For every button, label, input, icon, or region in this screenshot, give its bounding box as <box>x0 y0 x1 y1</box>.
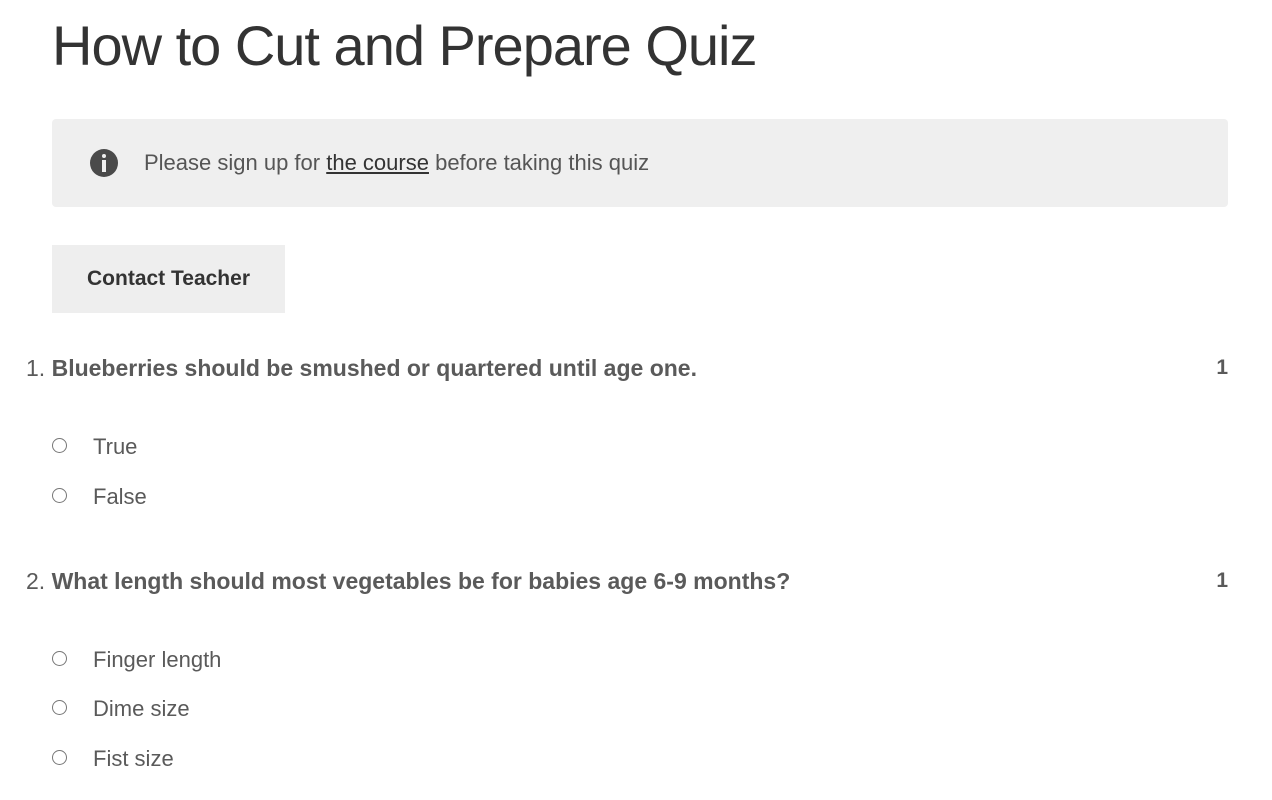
radio-button[interactable] <box>52 651 67 666</box>
radio-button[interactable] <box>52 488 67 503</box>
answer-label: Fist size <box>93 746 174 771</box>
signup-notice: Please sign up for the course before tak… <box>52 119 1228 207</box>
question-points: 1 <box>1216 569 1228 592</box>
question-1: 1. Blueberries should be smushed or quar… <box>26 352 1228 509</box>
question-2: 2. What length should most vegetables be… <box>26 565 1228 771</box>
page-title: How to Cut and Prepare Quiz <box>52 14 757 77</box>
question-text: Blueberries should be smushed or quarter… <box>51 355 697 381</box>
notice-text-after: before taking this quiz <box>428 150 650 175</box>
answer-label: False <box>93 484 147 509</box>
answer-label: True <box>93 434 138 459</box>
radio-button[interactable] <box>52 438 67 453</box>
info-icon <box>90 149 118 177</box>
course-link[interactable]: the course <box>326 150 429 175</box>
question-text: What length should most vegetables be fo… <box>51 568 791 594</box>
radio-button[interactable] <box>52 750 67 765</box>
notice-text: Please sign up for the course before tak… <box>144 150 649 176</box>
answer-label: Dime size <box>93 696 190 721</box>
question-header: 1. Blueberries should be smushed or quar… <box>26 352 1228 384</box>
question-header: 2. What length should most vegetables be… <box>26 565 1228 597</box>
question-number: 2. <box>26 568 46 594</box>
contact-teacher-button[interactable]: Contact Teacher <box>52 245 285 313</box>
question-points: 1 <box>1216 356 1228 379</box>
answer-label: Finger length <box>93 647 222 672</box>
question-number: 1. <box>26 355 46 381</box>
radio-button[interactable] <box>52 700 67 715</box>
notice-text-before: Please sign up for <box>144 150 327 175</box>
